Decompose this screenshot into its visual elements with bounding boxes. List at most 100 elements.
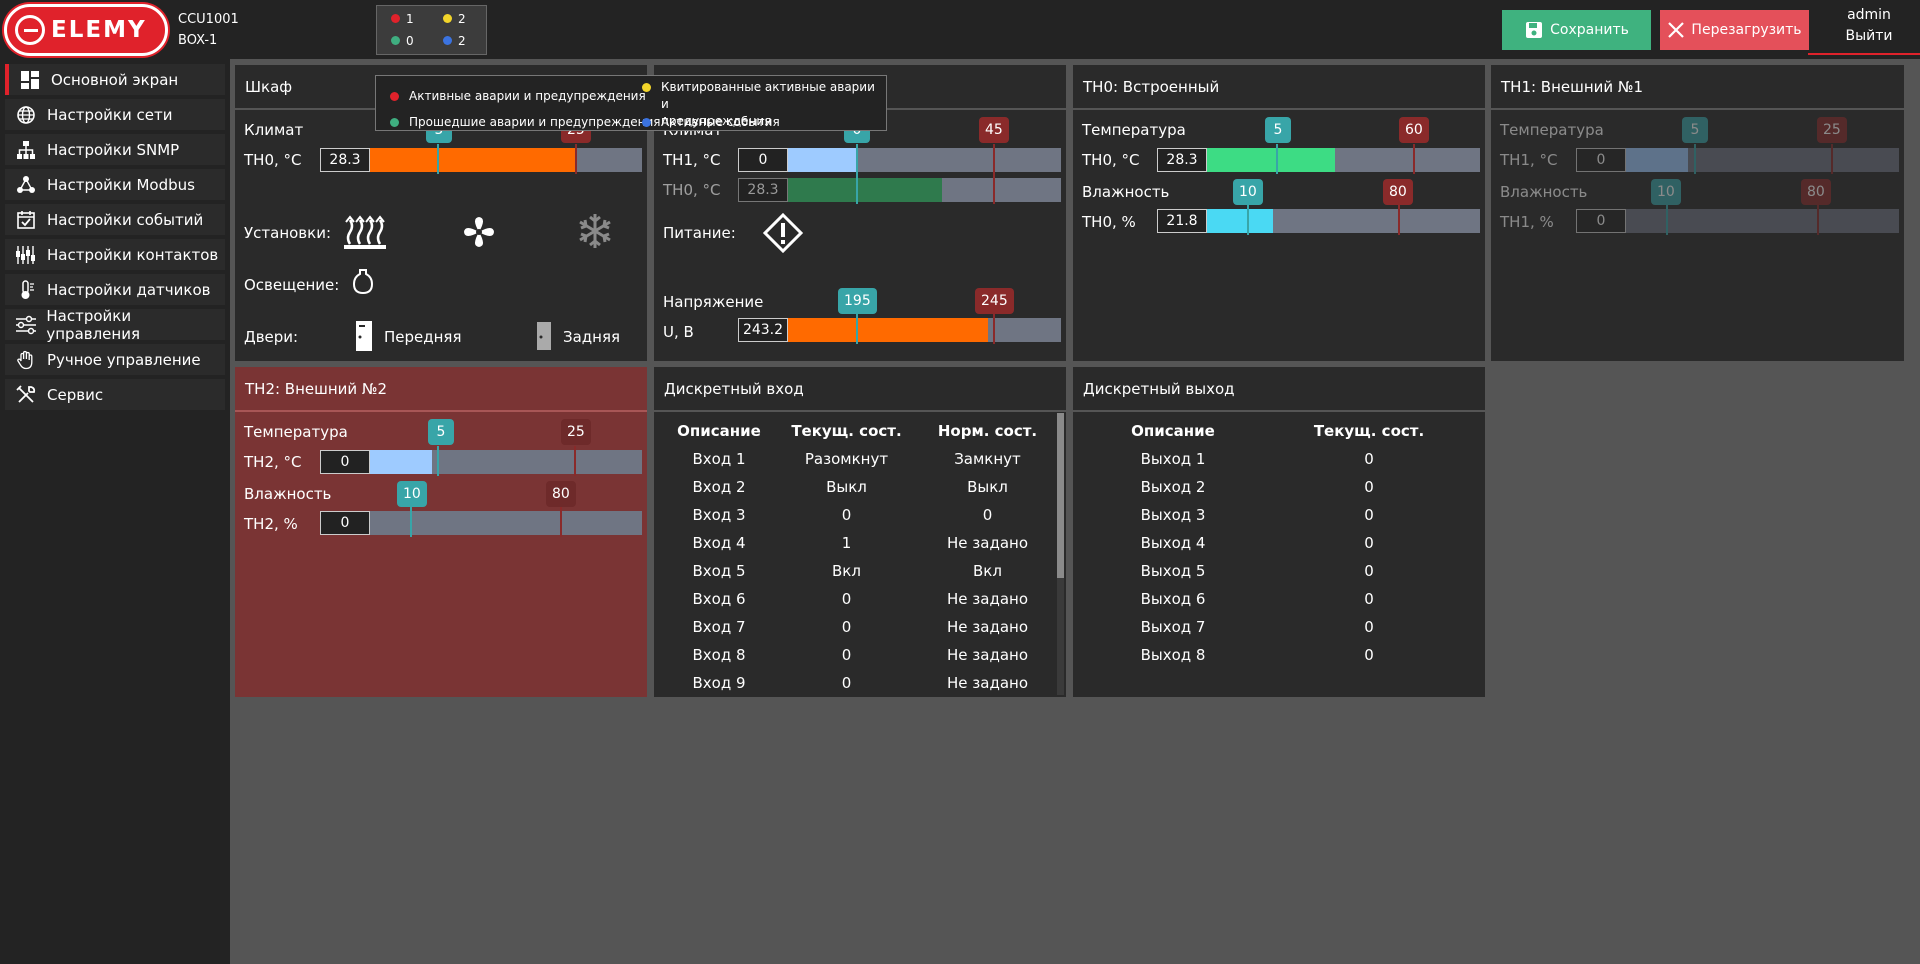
table-row: Вход 8 0 Не задано [664,641,1056,669]
th1-temp-label: TH1, °C [1500,151,1558,169]
yellow-dot-icon [443,14,452,23]
close-icon [1668,22,1685,38]
sidebar-item-contacts[interactable]: Настройки контактов [5,239,225,270]
active-alarm-count: 1 [406,12,414,26]
table-cell: 0 [1364,478,1374,496]
sidebar-item-sensors[interactable]: Настройки датчиков [5,274,225,305]
th2-temp-value: 0 [320,450,370,474]
logout-link[interactable]: Выйти [1818,28,1920,44]
sidebar-item-control[interactable]: Настройки управления [5,307,225,343]
temperature-label: Температура [244,423,348,441]
contacts-icon [13,244,39,266]
column-header: Описание [677,422,761,440]
th0-temp-label: TH0, °C [1082,151,1140,169]
table-cell: 0 [1364,562,1374,580]
sidebar-item-snmp[interactable]: Настройки SNMP [5,134,225,165]
table-cell: Вход 7 [692,618,746,636]
low-threshold-flag: 5 [428,419,454,445]
thermometer-icon [13,279,39,301]
column-header: Текущ. сост. [791,422,902,440]
table-cell: 0 [1364,450,1374,468]
th2-temp-label: TH2, °C [244,453,302,471]
th0-temp-value: 28.3 [1157,148,1207,172]
table-row: Вход 6 0 Не задано [664,585,1056,613]
table-cell: Вход 1 [692,450,746,468]
reboot-label: Перезагрузить [1691,22,1802,38]
sidebar-item-modbus[interactable]: Настройки Modbus [5,169,225,200]
low-threshold-flag: 5 [1265,117,1291,143]
high-marker [575,144,577,174]
sidebar-item-network[interactable]: Настройки сети [5,99,225,130]
voltage-label: Напряжение [663,293,764,311]
table-cell: 0 [841,506,852,524]
th0-hum-bar [1207,205,1480,235]
table-cell: Выкл [967,478,1008,496]
table-cell: Вход 2 [692,478,746,496]
table-cell: Вход 3 [692,506,746,524]
table-cell: Выход 3 [1140,506,1206,524]
table-row: Вход 3 0 0 [664,501,1056,529]
table-row: Вход 9 0 Не задано [664,669,1056,697]
table-cell: Вкл [973,562,1002,580]
sidebar-item-label: Настройки контактов [47,245,219,264]
table-cell: Замкнут [954,450,1021,468]
light-bulb-icon[interactable] [352,268,374,296]
voltage-value: 243.2 [738,318,788,342]
table-row: Выход 4 0 [1083,529,1475,557]
discrete-outputs-table: Описание Текущ. сост. Выход 10 Выход 20 … [1083,417,1475,669]
save-button[interactable]: Сохранить [1502,10,1651,50]
sidebar-item-events[interactable]: Настройки событий [5,204,225,235]
alarm-counters[interactable]: 1 2 0 2 [376,5,487,55]
table-cell: Не задано [947,618,1028,636]
save-icon [1526,22,1543,38]
table-cell: Вход 6 [692,590,746,608]
table-cell: Выход 4 [1140,534,1206,552]
sliders-icon [13,314,38,336]
column-header: Описание [1131,422,1215,440]
low-marker [437,144,439,174]
inputs-scrollbar[interactable] [1057,413,1064,695]
calendar-check-icon [13,209,39,231]
dashboard-icon [17,69,43,91]
share-nodes-icon [13,174,39,196]
table-cell: 1 [841,534,852,552]
low-threshold-flag: 195 [838,288,877,314]
table-cell: Не задано [947,534,1028,552]
table-cell: 0 [1364,646,1374,664]
sidebar-item-label: Настройки сети [47,105,173,124]
sidebar-item-manual[interactable]: Ручное управление [5,344,225,375]
device-model: CCU1001 [178,12,239,27]
table-cell: Разомкнут [804,450,889,468]
humidity-label: Влажность [1500,183,1588,201]
device-name: BOX-1 [178,33,218,48]
table-cell: Не задано [947,590,1028,608]
sidebar-item-main-screen[interactable]: Основной экран [5,64,225,95]
high-threshold-flag: 60 [1399,117,1429,143]
alarm-legend-tooltip: Активные аварии и предупреждения Квитиро… [375,75,887,131]
table-cell: Вкл [832,562,861,580]
heater-icon[interactable] [344,212,386,250]
username: admin [1847,7,1891,23]
save-label: Сохранить [1550,22,1629,38]
table-cell: Вход 5 [692,562,746,580]
red-dot-icon [391,14,400,23]
reboot-button[interactable]: Перезагрузить [1660,10,1809,50]
fan-icon[interactable] [461,214,497,250]
sidebar-item-label: Ручное управление [47,350,201,369]
network-tree-icon [13,139,39,161]
panel-title: TH2: Внешний №2 [235,367,647,412]
table-cell: 0 [841,646,852,664]
table-cell: 0 [982,506,993,524]
past-alarm-count: 0 [406,34,414,48]
low-threshold-flag: 10 [1233,179,1263,205]
sidebar-item-label: Сервис [47,385,104,404]
sidebar-item-label: Настройки событий [47,210,204,229]
sidebar-item-service[interactable]: Сервис [5,379,225,410]
th2-temp-bar [370,446,642,476]
table-cell: Выкл [826,478,867,496]
humidity-label: Влажность [244,485,332,503]
scrollbar-thumb[interactable] [1057,413,1064,578]
low-threshold-flag: 5 [1682,117,1708,143]
snowflake-icon[interactable] [576,212,614,250]
logo-text: ELEMY [51,17,147,43]
